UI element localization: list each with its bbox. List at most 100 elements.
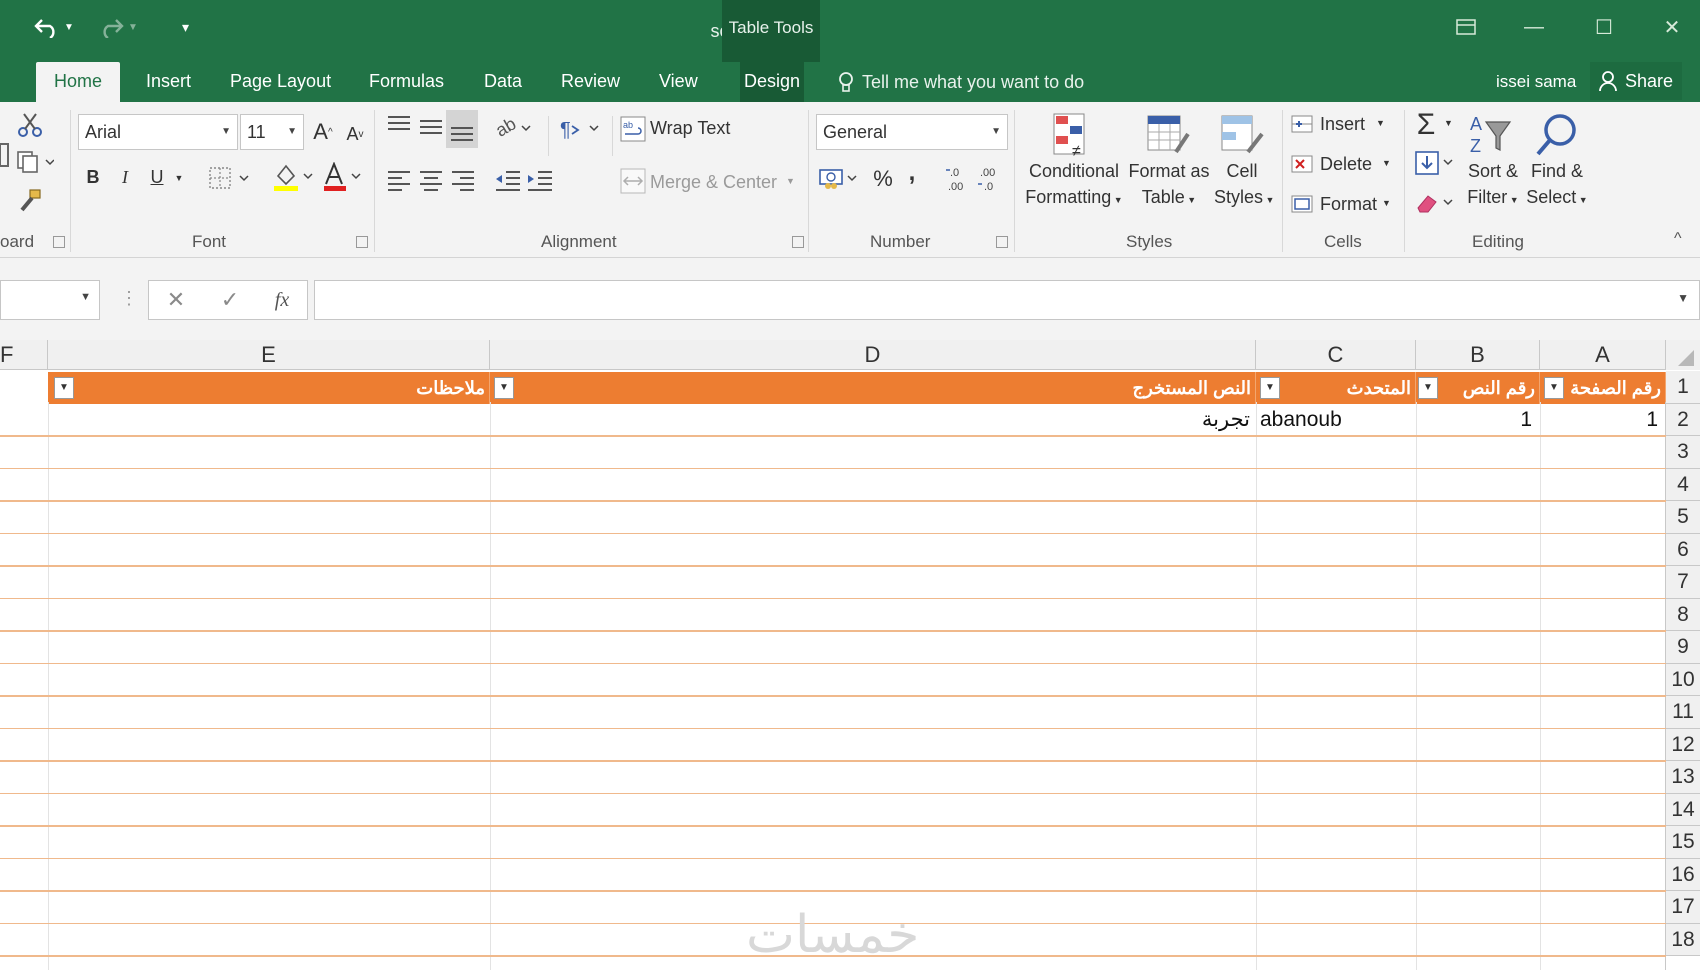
row-header[interactable]: 18	[1666, 923, 1700, 956]
bold-button[interactable]: B	[82, 162, 104, 192]
row-header[interactable]: 7	[1666, 566, 1700, 599]
tell-me-box[interactable]: Tell me what you want to do	[838, 62, 1084, 102]
cell-d2[interactable]: تجربة	[490, 404, 1254, 436]
increase-font-size-icon[interactable]: A ^	[310, 116, 336, 148]
column-header-b[interactable]: B	[1416, 340, 1540, 370]
customize-qat-icon[interactable]: ▾	[182, 12, 189, 42]
table-header-cell[interactable]: ▼ ملاحظات	[48, 372, 490, 404]
cancel-icon[interactable]: ✕	[167, 287, 185, 313]
number-launcher-icon[interactable]	[996, 236, 1008, 248]
undo-button[interactable]: ▼	[34, 12, 74, 42]
column-header-e[interactable]: E	[48, 340, 490, 370]
underline-button[interactable]: U	[146, 162, 168, 192]
table-header-cell[interactable]: ▼ المتحدث	[1256, 372, 1416, 404]
tab-page-layout[interactable]: Page Layout	[226, 62, 335, 102]
row-header[interactable]: 1	[1666, 371, 1700, 404]
minimize-icon[interactable]: —	[1514, 10, 1554, 44]
font-size-combo[interactable]: 11 ▼	[240, 114, 304, 150]
row-header[interactable]: 10	[1666, 663, 1700, 696]
filter-dropdown-icon[interactable]: ▼	[494, 377, 514, 399]
merge-center-label[interactable]: Merge & Center	[650, 172, 777, 193]
row-header[interactable]: 4	[1666, 468, 1700, 501]
insert-cells-icon[interactable]	[1290, 112, 1314, 141]
font-name-combo[interactable]: Arial ▼	[78, 114, 238, 150]
fill-icon[interactable]	[1414, 150, 1456, 181]
row-header[interactable]: 16	[1666, 858, 1700, 891]
tab-design[interactable]: Design	[740, 62, 805, 102]
column-header-a[interactable]: A	[1540, 340, 1666, 370]
decrease-indent-icon[interactable]	[494, 168, 522, 197]
cell-b2[interactable]: 1	[1416, 404, 1536, 436]
wrap-text-icon[interactable]: ab	[620, 116, 646, 147]
enter-icon[interactable]: ✓	[221, 287, 239, 313]
select-all-corner[interactable]	[1666, 340, 1700, 370]
row-header[interactable]: 17	[1666, 891, 1700, 924]
font-launcher-icon[interactable]	[356, 236, 368, 248]
table-header-cell[interactable]: ▼ رقم النص	[1416, 372, 1540, 404]
cell-c2[interactable]: abanoub	[1260, 404, 1414, 436]
alignment-launcher-icon[interactable]	[792, 236, 804, 248]
delete-cells-icon[interactable]	[1290, 152, 1314, 181]
format-dropdown-icon[interactable]: ▼	[1382, 198, 1391, 208]
tab-view[interactable]: View	[655, 62, 702, 102]
conditional-formatting-button[interactable]: Conditional Formatting ▼	[1024, 158, 1124, 213]
tab-insert[interactable]: Insert	[142, 62, 195, 102]
name-box[interactable]: ▼	[0, 280, 100, 320]
row-header[interactable]: 14	[1666, 793, 1700, 826]
expand-formula-bar-icon[interactable]: ▼	[1677, 291, 1689, 305]
filter-dropdown-icon[interactable]: ▼	[54, 377, 74, 399]
column-header-f[interactable]: F	[0, 340, 48, 370]
font-color-icon[interactable]	[322, 161, 364, 197]
filter-dropdown-icon[interactable]: ▼	[1260, 377, 1280, 399]
row-header[interactable]: 3	[1666, 436, 1700, 469]
tab-file[interactable]	[0, 62, 8, 102]
merge-center-icon[interactable]	[620, 168, 646, 199]
ribbon-display-options-icon[interactable]	[1446, 10, 1486, 44]
collapse-ribbon-icon[interactable]: ^	[1674, 230, 1682, 248]
align-center-icon[interactable]	[418, 168, 444, 197]
align-right-icon[interactable]	[450, 168, 476, 197]
cell-a2[interactable]: 1	[1540, 404, 1662, 436]
clipboard-launcher-icon[interactable]	[53, 236, 65, 248]
tab-formulas[interactable]: Formulas	[365, 62, 448, 102]
decrease-decimal-icon[interactable]: .00.0	[976, 164, 1006, 197]
cell-styles-button[interactable]: Cell Styles ▼	[1214, 158, 1274, 213]
row-header[interactable]: 11	[1666, 696, 1700, 729]
percent-style-button[interactable]: %	[870, 164, 896, 194]
close-icon[interactable]: ✕	[1652, 10, 1692, 44]
borders-icon[interactable]	[208, 166, 252, 195]
formula-bar-splitter[interactable]: ⋮	[120, 288, 138, 309]
wrap-text-label[interactable]: Wrap Text	[650, 118, 730, 139]
row-header[interactable]: 5	[1666, 501, 1700, 534]
filter-dropdown-icon[interactable]: ▼	[1544, 377, 1564, 399]
user-name[interactable]: issei sama	[1496, 62, 1576, 102]
paste-icon[interactable]	[0, 142, 10, 173]
format-painter-icon[interactable]	[16, 188, 44, 219]
formula-input[interactable]: ▼	[314, 280, 1700, 320]
share-button[interactable]: Share	[1590, 62, 1682, 100]
paragraph-direction-icon[interactable]: ¶	[558, 116, 602, 147]
column-header-d[interactable]: D	[490, 340, 1256, 370]
number-format-combo[interactable]: General ▼	[816, 114, 1008, 150]
row-header[interactable]: 8	[1666, 598, 1700, 631]
underline-dropdown-icon[interactable]: ▼	[172, 166, 186, 190]
merge-dropdown-icon[interactable]: ▼	[786, 176, 795, 186]
table-header-cell[interactable]: ▼ النص المستخرج	[490, 372, 1256, 404]
autosum-dropdown-icon[interactable]: ▼	[1444, 118, 1453, 128]
find-select-button[interactable]: Find & Select ▼	[1524, 158, 1590, 213]
filter-dropdown-icon[interactable]: ▼	[1418, 377, 1438, 399]
increase-decimal-icon[interactable]: .0.00	[944, 164, 974, 197]
format-cells-button[interactable]: Format	[1320, 194, 1377, 215]
delete-cells-button[interactable]: Delete	[1320, 154, 1372, 175]
row-header[interactable]: 13	[1666, 761, 1700, 794]
align-middle-icon[interactable]	[418, 114, 444, 143]
row-header[interactable]: 2	[1666, 403, 1700, 436]
tab-data[interactable]: Data	[480, 62, 526, 102]
insert-cells-button[interactable]: Insert	[1320, 114, 1365, 135]
accounting-format-icon[interactable]	[818, 164, 862, 197]
align-left-icon[interactable]	[386, 168, 412, 197]
italic-button[interactable]: I	[114, 162, 136, 192]
align-top-icon[interactable]	[386, 114, 412, 143]
decrease-font-size-icon[interactable]: Av	[342, 118, 368, 150]
insert-dropdown-icon[interactable]: ▼	[1376, 118, 1385, 128]
